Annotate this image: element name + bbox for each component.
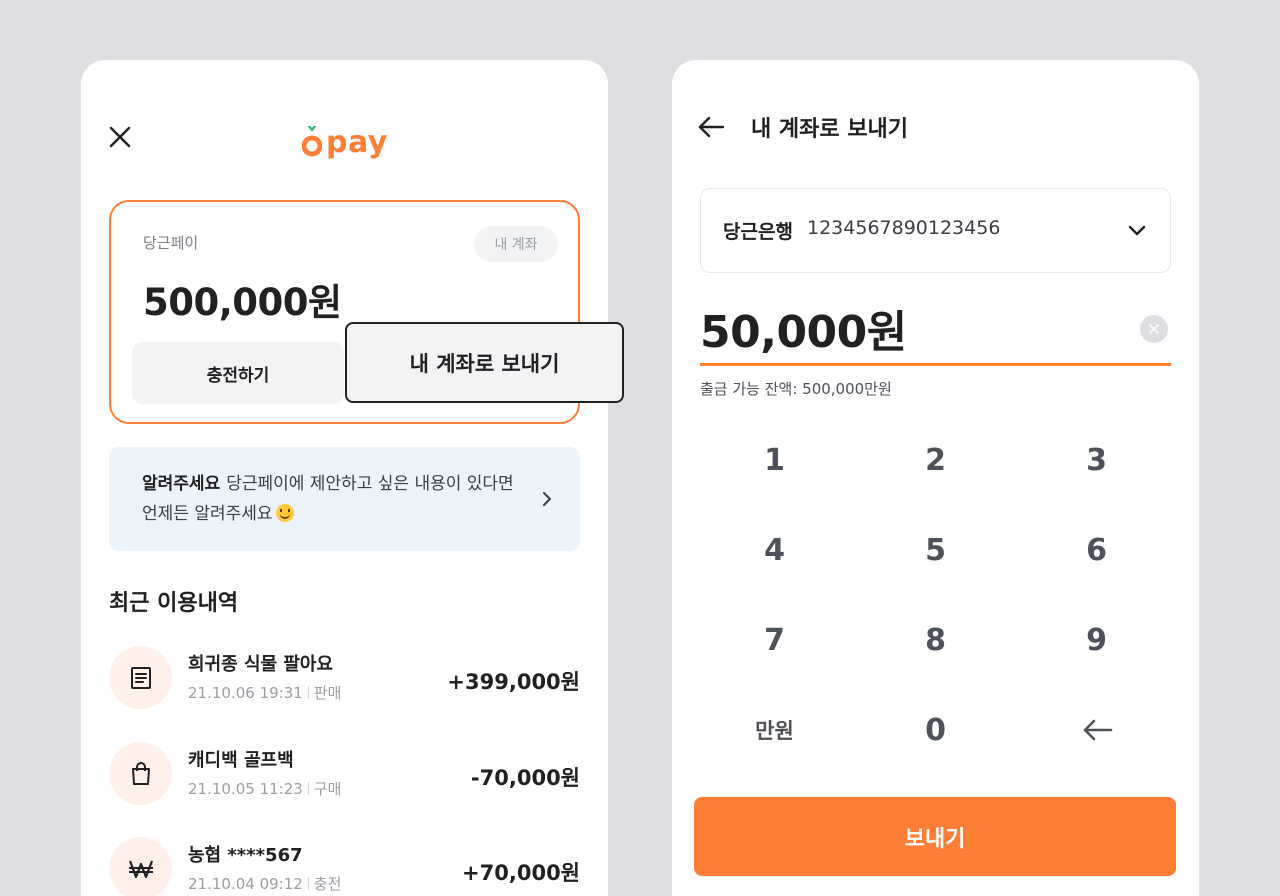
backspace-arrow-icon [1083,719,1112,741]
key-7[interactable]: 7 [694,595,855,685]
account-select[interactable]: 당근은행 1234567890123456 [700,188,1171,273]
pay-home-panel: pay 당근페이 내 계좌 500,000원 충전하기 알려주세요 당근페이에 제… [81,60,608,896]
key-3[interactable]: 3 [1016,415,1177,505]
send-button[interactable]: 보내기 [694,797,1176,876]
logo-text: pay [326,125,388,160]
transaction-row[interactable]: 희귀종 식물 팔아요 21.10.06 19:31 판매 +399,000원 [109,646,580,710]
carrot-pay-logo: pay [302,118,388,158]
notice-title: 알려주세요 [142,474,221,494]
key-5[interactable]: 5 [855,505,1016,595]
send-panel: 내 계좌로 보내기 당근은행 1234567890123456 50,000원 … [672,60,1199,896]
chevron-down-icon [1128,225,1146,236]
card-label: 당근페이 [143,234,199,252]
key-6[interactable]: 6 [1016,505,1177,595]
won-icon [109,837,172,896]
key-10000[interactable]: 만원 [694,685,855,775]
carrot-logo-icon [302,126,322,157]
transaction-amount: +399,000원 [447,670,580,694]
account-number: 1234567890123456 [807,217,1001,239]
page-title: 내 계좌로 보내기 [751,117,908,142]
charge-button[interactable]: 충전하기 [132,342,344,404]
key-0[interactable]: 0 [855,685,1016,775]
transaction-amount: -70,000원 [470,766,580,790]
key-9[interactable]: 9 [1016,595,1177,685]
key-1[interactable]: 1 [694,415,855,505]
transaction-meta: 21.10.04 09:12 충전 [188,875,342,893]
my-account-chip[interactable]: 내 계좌 [474,226,558,262]
close-icon[interactable] [107,124,133,150]
available-balance: 출금 가능 잔액: 500,000만원 [700,380,892,398]
number-keypad: 1 2 3 4 5 6 7 8 9 만원 0 [694,415,1175,775]
backspace-key[interactable] [1016,685,1177,775]
amount-value: 50,000원 [700,307,907,358]
key-8[interactable]: 8 [855,595,1016,685]
transaction-row[interactable]: 캐디백 골프백 21.10.05 11:23 구매 -70,000원 [109,742,580,806]
balance-amount: 500,000원 [143,281,342,324]
transaction-row[interactable]: 농협 ****567 21.10.04 09:12 충전 +70,000원 [109,837,580,896]
chevron-right-icon [543,492,551,506]
amount-input[interactable]: 50,000원 [700,294,1171,366]
receipt-icon [109,646,172,709]
transaction-title: 캐디백 골프백 [188,750,294,771]
key-2[interactable]: 2 [855,415,1016,505]
transaction-title: 농협 ****567 [188,845,303,866]
notice-text: 알려주세요 당근페이에 제안하고 싶은 내용이 있다면 언제든 알려주세요 [142,469,522,529]
bank-name: 당근은행 [723,221,793,243]
transaction-amount: +70,000원 [462,861,580,885]
feedback-notice[interactable]: 알려주세요 당근페이에 제안하고 싶은 내용이 있다면 언제든 알려주세요 [109,447,580,551]
recent-history-title: 최근 이용내역 [109,591,239,616]
key-4[interactable]: 4 [694,505,855,595]
shopping-bag-icon [109,742,172,805]
transaction-meta: 21.10.06 19:31 판매 [188,684,342,702]
transaction-meta: 21.10.05 11:23 구매 [188,780,342,798]
clear-icon[interactable] [1140,315,1168,343]
send-to-my-account-tooltip[interactable]: 내 계좌로 보내기 [345,322,624,403]
transaction-title: 희귀종 식물 팔아요 [188,654,334,675]
smile-emoji-icon [275,504,294,522]
back-arrow-icon[interactable] [696,112,726,142]
